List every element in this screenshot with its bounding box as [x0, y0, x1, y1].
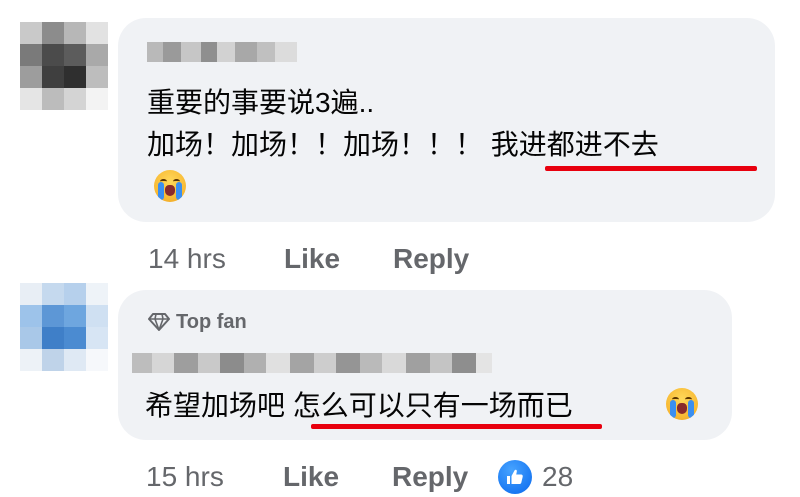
reaction-summary[interactable]: 28: [498, 458, 573, 496]
comment-text-line: 希望加场吧 怎么可以只有一场而已: [145, 389, 573, 423]
red-highlight-underline: [311, 424, 602, 429]
comment-text-line: 重要的事要说3遍..: [147, 87, 375, 118]
commenter-name-blurred[interactable]: [132, 353, 492, 373]
loudly-crying-face-icon: [154, 170, 186, 202]
comment-text-line: 加场！加场！！加场！！！ 我进都进不去: [147, 128, 659, 162]
comment-timestamp[interactable]: 14 hrs: [148, 242, 226, 276]
comment-highlighted-text: 我进都进不去: [490, 129, 659, 160]
comment-highlighted-text: 怎么可以只有一场: [292, 390, 517, 421]
comment-text-segment: 而已: [516, 390, 573, 421]
like-button[interactable]: Like: [283, 460, 339, 494]
comment-timestamp[interactable]: 15 hrs: [146, 460, 224, 494]
thumbs-up-icon: [498, 460, 532, 494]
loudly-crying-face-icon: [666, 388, 698, 420]
reaction-count: 28: [542, 461, 574, 492]
comment-actions: 15 hrs Like Reply: [0, 460, 800, 494]
red-highlight-underline: [545, 166, 757, 171]
comment-actions: 14 hrs Like Reply: [0, 242, 800, 276]
commenter-avatar[interactable]: [20, 22, 108, 110]
reply-button[interactable]: Reply: [392, 460, 468, 494]
like-button[interactable]: Like: [284, 242, 340, 276]
commenter-name-blurred[interactable]: [147, 42, 297, 62]
commenter-avatar[interactable]: [20, 283, 108, 371]
top-fan-label: Top fan: [176, 311, 247, 333]
comment-text-segment: 希望加场吧: [145, 390, 293, 421]
diamond-icon: [148, 313, 170, 331]
top-fan-badge[interactable]: Top fan: [148, 310, 247, 334]
reply-button[interactable]: Reply: [393, 242, 469, 276]
comment-text-segment: 加场！加场！！加场！！！: [147, 129, 484, 160]
